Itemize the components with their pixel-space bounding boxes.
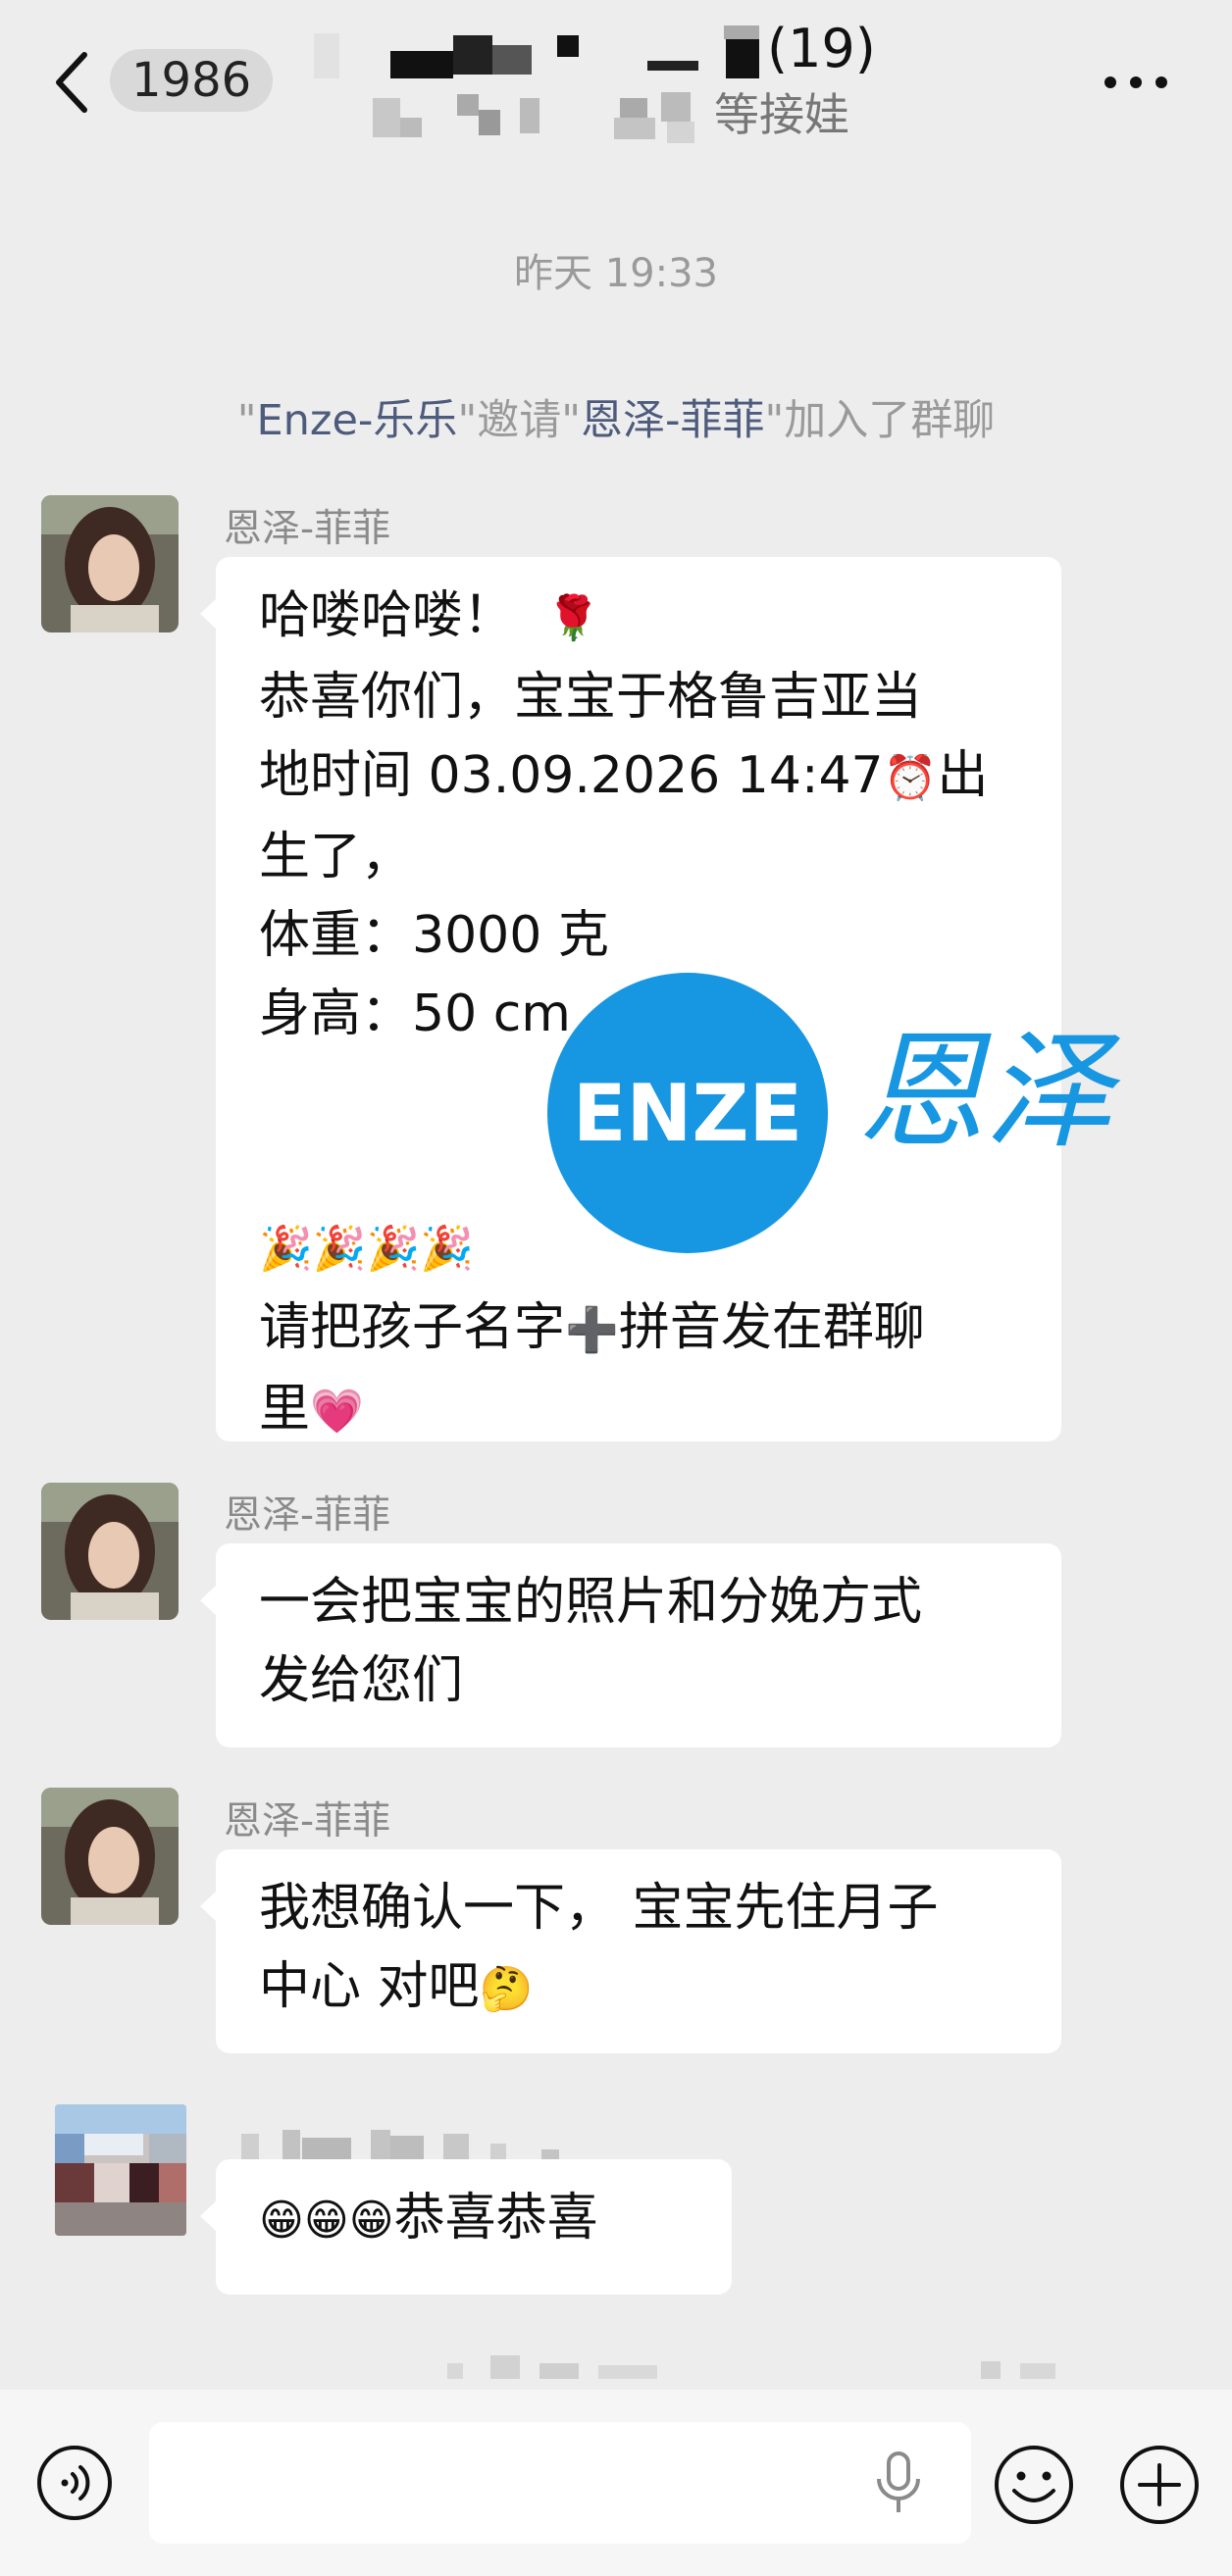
enze-watermark-text: 恩泽 — [857, 1017, 1113, 1166]
emoji-icon — [995, 2446, 1073, 2524]
avatar[interactable] — [41, 1483, 179, 1620]
sender-name: 恩泽-菲菲 — [224, 1799, 391, 1844]
message-line: 发给您们 — [259, 1651, 464, 1710]
invitee-name[interactable]: 恩泽-菲菲 — [581, 396, 765, 445]
invite-text: "邀请" — [457, 396, 581, 445]
message-line: 恭喜你们，宝宝于格鲁吉亚当 — [259, 668, 923, 727]
more-icon — [1104, 76, 1167, 88]
voice-icon — [37, 2446, 112, 2520]
back-button[interactable] — [37, 43, 116, 122]
group-title-suffix: 等接娃 — [714, 88, 849, 141]
back-icon — [56, 52, 87, 113]
invite-text-end: "加入了群聊 — [764, 396, 996, 445]
message-text: 出 — [937, 746, 989, 805]
message-line: 地时间 03.09.2026 14:47 — [259, 746, 884, 805]
message-bubble[interactable]: 😁😁😁恭喜恭喜 — [200, 2159, 732, 2295]
mic-icon[interactable] — [871, 2451, 926, 2514]
rose-emoji: 🌹 — [546, 593, 600, 643]
avatar-blurred[interactable] — [55, 2104, 186, 2236]
grinning-emojis: 😁😁😁 — [259, 2196, 394, 2246]
invite-quote-1: " — [236, 396, 257, 445]
thinking-emoji: 🤔 — [479, 1964, 534, 2014]
message-line: 生了， — [259, 828, 413, 886]
invite-system-message: "Enze-乐乐"邀请"恩泽-菲菲"加入了群聊 — [0, 386, 1232, 447]
message-line: 一会把宝宝的照片和分娩方式 — [259, 1573, 923, 1632]
voice-input-button[interactable] — [35, 2444, 114, 2522]
emoji-button[interactable] — [993, 2444, 1075, 2526]
sender-name: 恩泽-菲菲 — [224, 1493, 391, 1538]
message-line: 里 — [259, 1380, 311, 1439]
inviter-name[interactable]: Enze-乐乐 — [256, 396, 457, 445]
message-bubble[interactable]: 一会把宝宝的照片和分娩方式 发给您们 — [200, 1543, 1061, 1747]
message-line: 哈喽哈喽！ — [259, 586, 515, 645]
message-bubble[interactable]: 我想确认一下， 宝宝先住月子 中心 对吧🤔 — [200, 1849, 1061, 2053]
group-member-count: (19) — [767, 18, 876, 79]
unread-count-badge[interactable]: 1986 — [110, 49, 274, 112]
avatar[interactable] — [41, 495, 179, 632]
next-message-partial-blurred — [392, 2351, 1079, 2379]
message-input[interactable] — [149, 2422, 971, 2544]
message-line: 我想确认一下， 宝宝先住月子 — [259, 1879, 939, 1938]
plus-emoji: ➕ — [565, 1305, 619, 1355]
message-line: 恭喜恭喜 — [393, 2189, 598, 2248]
message-timestamp: 昨天 19:33 — [514, 251, 718, 296]
message-line: 中心 对吧 — [259, 1957, 480, 2016]
alarm-clock-emoji: ⏰ — [883, 753, 938, 803]
avatar[interactable] — [41, 1788, 179, 1925]
message-line: 请把孩子名字 — [259, 1298, 566, 1357]
message-line: 体重：3000 克 — [259, 906, 609, 965]
heart-emoji: 💗 — [310, 1387, 364, 1437]
plus-icon — [1120, 2446, 1199, 2524]
enze-logo-text: ENZE — [572, 1068, 803, 1159]
more-options-button[interactable] — [1097, 55, 1175, 110]
more-functions-button[interactable] — [1118, 2444, 1201, 2526]
message-line: 拼音发在群聊 — [618, 1298, 925, 1357]
sender-name: 恩泽-菲菲 — [224, 507, 391, 551]
